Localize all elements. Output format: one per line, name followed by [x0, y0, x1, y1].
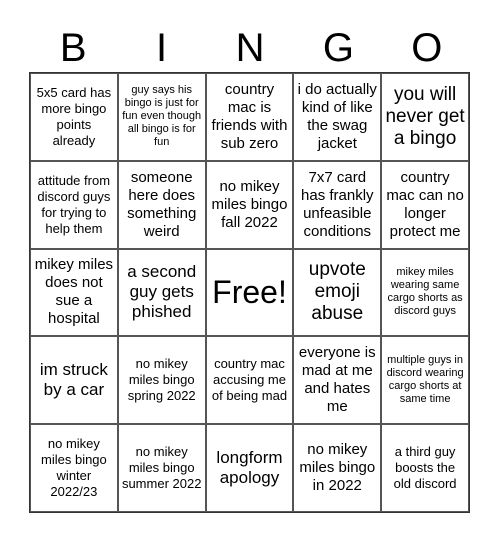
header-letter-b: B [59, 26, 87, 70]
cell-text: country mac accusing me of being mad [211, 356, 288, 404]
bingo-grid: 5x5 card has more bingo points already g… [29, 72, 470, 513]
free-space[interactable]: Free! [205, 248, 294, 337]
bingo-cell[interactable]: you will never get a bingo [381, 73, 469, 161]
bingo-cell[interactable]: country mac is friends with sub zero [205, 73, 294, 161]
cell-text: no mikey miles bingo winter 2022/23 [41, 436, 107, 500]
cell-text: guy says his bingo is just for fun even … [122, 84, 202, 149]
cell-text: everyone is mad at me and hates me [298, 344, 376, 416]
bingo-cell[interactable]: im struck by a car [30, 336, 118, 425]
cell-text: attitude from discord guys for trying to… [37, 172, 111, 236]
bingo-cell[interactable]: everyone is mad at me and hates me [293, 336, 382, 425]
cell-text: upvote emoji abuse [308, 259, 366, 325]
bingo-cell[interactable]: country mac accusing me of being mad [205, 336, 294, 425]
bingo-cell[interactable]: multiple guys in discord wearing cargo s… [381, 336, 469, 425]
header-letter-n: N [235, 26, 265, 70]
bingo-cell[interactable]: no mikey miles bingo spring 2022 [117, 336, 206, 425]
bingo-cell[interactable]: 7x7 card has frankly unfeasible conditio… [293, 160, 382, 249]
cell-text: mikey miles wearing same cargo shorts as… [387, 266, 463, 318]
bingo-cell[interactable]: no mikey miles bingo winter 2022/23 [30, 424, 118, 512]
cell-text: country mac is friends with sub zero [211, 80, 288, 152]
bingo-cell[interactable]: country mac can no longer protect me [381, 160, 469, 249]
cell-text: im struck by a car [39, 360, 108, 400]
cell-text: mikey miles does not sue a hospital [34, 256, 114, 328]
bingo-cell[interactable]: longform apology [205, 424, 294, 512]
cell-text: no mikey miles bingo summer 2022 [121, 444, 202, 492]
cell-text: a third guy boosts the old discord [393, 444, 457, 492]
bingo-cell[interactable]: no mikey miles bingo summer 2022 [117, 424, 206, 512]
bingo-cell[interactable]: mikey miles wearing same cargo shorts as… [381, 248, 469, 337]
cell-text: 7x7 card has frankly unfeasible conditio… [301, 168, 374, 240]
cell-text: Free! [212, 274, 287, 311]
cell-text: no mikey miles bingo fall 2022 [211, 177, 288, 231]
cell-text: a second guy gets phished [127, 262, 197, 322]
cell-text: longform apology [216, 448, 283, 488]
cell-text: no mikey miles bingo spring 2022 [127, 356, 196, 404]
header-letter-o: O [411, 26, 443, 70]
bingo-cell[interactable]: a third guy boosts the old discord [381, 424, 469, 512]
bingo-cell[interactable]: 5x5 card has more bingo points already [30, 73, 118, 161]
cell-text: multiple guys in discord wearing cargo s… [386, 354, 464, 406]
bingo-cell[interactable]: someone here does something weird [117, 160, 206, 249]
header-letter-g: G [322, 26, 354, 70]
cell-text: you will never get a bingo [385, 83, 465, 149]
cell-text: 5x5 card has more bingo points already [36, 84, 112, 148]
cell-text: no mikey miles bingo in 2022 [299, 441, 376, 495]
bingo-cell[interactable]: attitude from discord guys for trying to… [30, 160, 118, 249]
bingo-cell[interactable]: upvote emoji abuse [293, 248, 382, 337]
cell-text: country mac can no longer protect me [386, 168, 464, 240]
bingo-cell[interactable]: a second guy gets phished [117, 248, 206, 337]
bingo-cell[interactable]: no mikey miles bingo fall 2022 [205, 160, 294, 249]
bingo-cell[interactable]: no mikey miles bingo in 2022 [293, 424, 382, 512]
cell-text: i do actually kind of like the swag jack… [297, 80, 377, 152]
bingo-cell[interactable]: i do actually kind of like the swag jack… [293, 73, 382, 161]
bingo-header: B I N G O [29, 26, 471, 70]
header-letter-i: I [156, 26, 168, 70]
bingo-cell[interactable]: mikey miles does not sue a hospital [30, 248, 118, 337]
bingo-cell[interactable]: guy says his bingo is just for fun even … [117, 73, 206, 161]
cell-text: someone here does something weird [127, 168, 197, 240]
